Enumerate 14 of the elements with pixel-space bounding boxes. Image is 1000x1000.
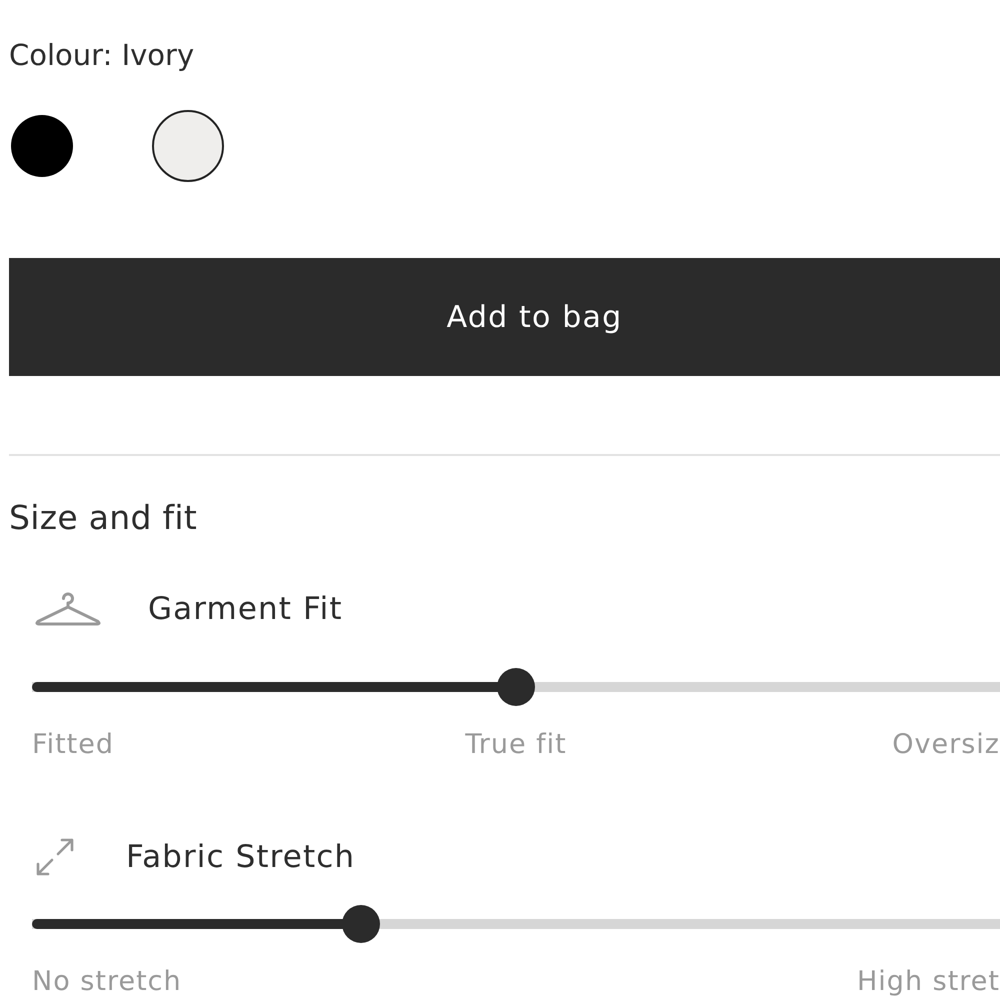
- diagonal-arrows-icon: [36, 838, 74, 876]
- slider-thumb[interactable]: [497, 668, 535, 706]
- scale-label: Fitted: [32, 730, 114, 758]
- slider-title: Fabric Stretch: [126, 838, 356, 876]
- add-to-bag-button[interactable]: Add to bag: [9, 258, 1000, 376]
- scale-label: Oversiz: [892, 730, 1000, 758]
- slider-title: Garment Fit: [148, 590, 343, 628]
- scale-label: No stretch: [32, 968, 182, 996]
- scale-label: High stret: [857, 968, 1000, 996]
- slider-thumb[interactable]: [342, 904, 380, 942]
- hanger-icon: [34, 590, 102, 626]
- colour-label: Colour: Ivory: [9, 37, 194, 73]
- section-heading: Size and fit: [9, 498, 198, 536]
- scale-label: True fit: [465, 730, 567, 758]
